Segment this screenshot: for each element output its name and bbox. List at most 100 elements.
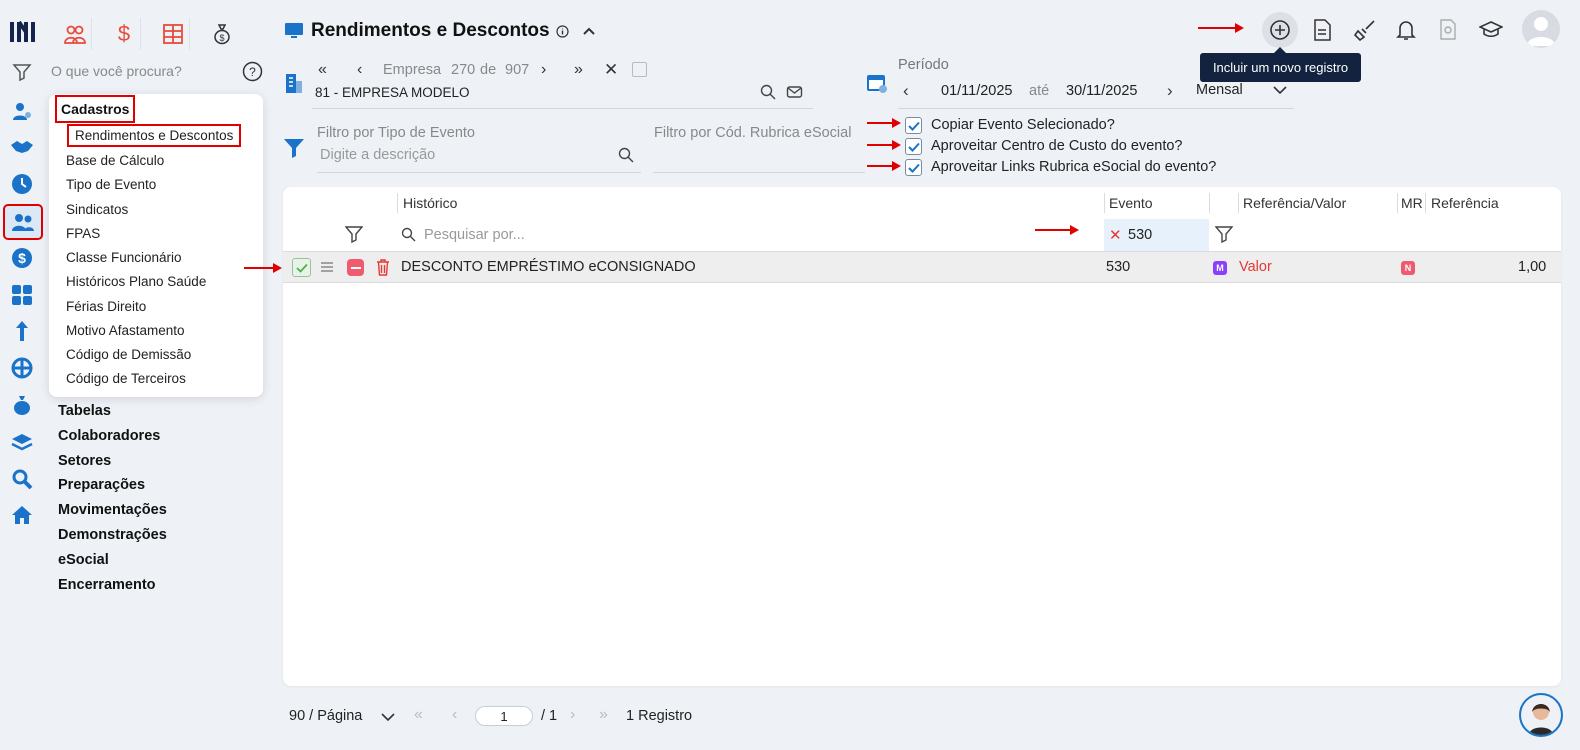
percent-up-icon[interactable] xyxy=(8,317,36,345)
row-select-checkbox[interactable] xyxy=(292,258,311,277)
trash-icon[interactable] xyxy=(375,258,391,277)
annotation-arrow xyxy=(867,140,901,150)
collapse-chevron-icon[interactable] xyxy=(581,23,597,39)
col-evento[interactable]: Evento xyxy=(1109,195,1153,211)
menu-item-rendimentos[interactable]: Rendimentos e Descontos xyxy=(67,124,242,147)
clear-company-icon[interactable]: ✕ xyxy=(604,60,618,80)
col-separator xyxy=(1425,193,1426,213)
help-icon[interactable]: ? xyxy=(242,61,263,82)
spreadsheet-icon[interactable] xyxy=(156,18,190,50)
menu-heading[interactable]: Cadastros xyxy=(55,95,136,123)
historico-search-input[interactable]: Pesquisar por... xyxy=(424,227,525,243)
menu-item-terceiros[interactable]: Código de Terceiros xyxy=(66,371,186,386)
money-bag-top-icon[interactable]: $ xyxy=(205,18,239,50)
col-historico[interactable]: Histórico xyxy=(403,195,457,211)
nav-colaboradores[interactable]: Colaboradores xyxy=(58,428,160,444)
next-period-button[interactable]: › xyxy=(1167,81,1173,101)
period-mode-select[interactable]: Mensal xyxy=(1196,82,1243,98)
prev-period-button[interactable]: ‹ xyxy=(903,81,909,101)
last-company-button[interactable]: » xyxy=(574,61,583,79)
chevron-down-icon[interactable] xyxy=(1273,84,1287,96)
next-company-button[interactable]: › xyxy=(541,61,546,79)
per-page-select[interactable]: 90 / Página xyxy=(289,708,362,724)
filter-icon[interactable] xyxy=(8,58,36,86)
empresa-current: 270 xyxy=(451,62,476,78)
clear-evento-filter-icon[interactable]: ✕ xyxy=(1109,226,1122,244)
nav-esocial[interactable]: eSocial xyxy=(58,552,109,568)
network-icon[interactable] xyxy=(8,354,36,382)
menu-item-ferias[interactable]: Férias Direito xyxy=(66,299,146,314)
add-record-icon[interactable] xyxy=(1262,12,1298,48)
esocial-links-checkbox[interactable] xyxy=(905,159,922,176)
employees-icon[interactable] xyxy=(3,204,43,240)
period-end[interactable]: 30/11/2025 xyxy=(1066,83,1138,99)
row-filter-icon[interactable] xyxy=(345,225,363,243)
menu-item-fpas[interactable]: FPAS xyxy=(66,226,100,241)
remove-row-icon[interactable] xyxy=(347,259,364,276)
home-icon[interactable] xyxy=(8,501,36,529)
mail-icon[interactable] xyxy=(786,84,803,100)
first-company-button[interactable]: « xyxy=(318,61,327,79)
company-checkbox[interactable] xyxy=(632,62,647,77)
table-row[interactable]: DESCONTO EMPRÉSTIMO eCONSIGNADO 530 M Va… xyxy=(283,251,1561,283)
info-icon[interactable] xyxy=(556,25,569,38)
nav-setores[interactable]: Setores xyxy=(58,453,111,469)
report-search-icon[interactable] xyxy=(1432,14,1464,46)
prev-page-button[interactable]: ‹ xyxy=(452,706,457,724)
company-search-icon[interactable] xyxy=(760,84,776,100)
next-page-button[interactable]: › xyxy=(570,706,575,724)
user-settings-icon[interactable] xyxy=(8,97,36,125)
per-page-chevron-icon[interactable] xyxy=(381,712,395,722)
record-count: 1 Registro xyxy=(626,708,693,724)
menu-item-demissao[interactable]: Código de Demissão xyxy=(66,347,191,362)
period-start[interactable]: 01/11/2025 xyxy=(941,83,1013,99)
annotation-arrow xyxy=(244,263,282,273)
graduation-cap-icon[interactable] xyxy=(1475,14,1507,46)
nav-demonstracoes[interactable]: Demonstrações xyxy=(58,527,167,543)
dollar-icon[interactable]: $ xyxy=(8,244,36,272)
page-input[interactable]: 1 xyxy=(475,706,533,726)
cost-center-checkbox[interactable] xyxy=(905,138,922,155)
handshake-icon[interactable] xyxy=(8,133,36,161)
tipo-search-icon[interactable] xyxy=(618,147,634,163)
prev-company-button[interactable]: ‹ xyxy=(357,61,362,79)
assistant-avatar[interactable] xyxy=(1519,693,1563,737)
search-rail-icon[interactable] xyxy=(8,465,36,493)
nav-preparacoes[interactable]: Preparações xyxy=(58,477,145,493)
evento-filter-icon[interactable] xyxy=(1215,225,1233,243)
document-icon[interactable] xyxy=(1306,14,1338,46)
menu-item-sindicatos[interactable]: Sindicatos xyxy=(66,202,128,217)
first-page-button[interactable]: « xyxy=(414,706,423,724)
col-referencia[interactable]: Referência xyxy=(1431,195,1499,211)
col-ref-valor[interactable]: Referência/Valor xyxy=(1243,195,1346,211)
evento-filter-input[interactable]: 530 xyxy=(1128,227,1152,243)
currency-icon[interactable]: $ xyxy=(107,18,141,50)
nav-encerramento[interactable]: Encerramento xyxy=(58,577,156,593)
funnel-icon xyxy=(283,137,305,159)
clock-icon[interactable] xyxy=(8,170,36,198)
last-page-button[interactable]: » xyxy=(599,706,608,724)
col-mr[interactable]: MR xyxy=(1401,195,1423,211)
money-bag-icon[interactable] xyxy=(8,391,36,419)
drag-handle-icon[interactable] xyxy=(320,261,334,273)
menu-item-motivo[interactable]: Motivo Afastamento xyxy=(66,323,185,338)
broom-icon[interactable] xyxy=(1349,14,1381,46)
esocial-links-label: Aproveitar Links Rubrica eSocial do even… xyxy=(931,159,1217,175)
global-search-input[interactable]: O que você procura? xyxy=(51,63,182,79)
menu-item-base-calculo[interactable]: Base de Cálculo xyxy=(66,153,164,168)
col-separator xyxy=(1104,193,1105,213)
menu-item-classe[interactable]: Classe Funcionário xyxy=(66,250,182,265)
app-logo[interactable] xyxy=(10,18,36,46)
menu-item-tipo-evento[interactable]: Tipo de Evento xyxy=(66,177,156,192)
people-icon[interactable] xyxy=(58,18,92,50)
calculator-icon[interactable] xyxy=(8,281,36,309)
empresa-value[interactable]: 81 - EMPRESA MODELO xyxy=(315,85,470,100)
nav-movimentacoes[interactable]: Movimentações xyxy=(58,502,167,518)
copy-event-checkbox[interactable] xyxy=(905,117,922,134)
nav-tabelas[interactable]: Tabelas xyxy=(58,403,111,419)
tipo-evento-input[interactable]: Digite a descrição xyxy=(320,147,435,163)
bell-icon[interactable] xyxy=(1390,14,1422,46)
user-avatar[interactable] xyxy=(1522,10,1560,48)
layers-icon[interactable] xyxy=(8,428,36,456)
menu-item-historicos[interactable]: Históricos Plano Saúde xyxy=(66,274,206,289)
